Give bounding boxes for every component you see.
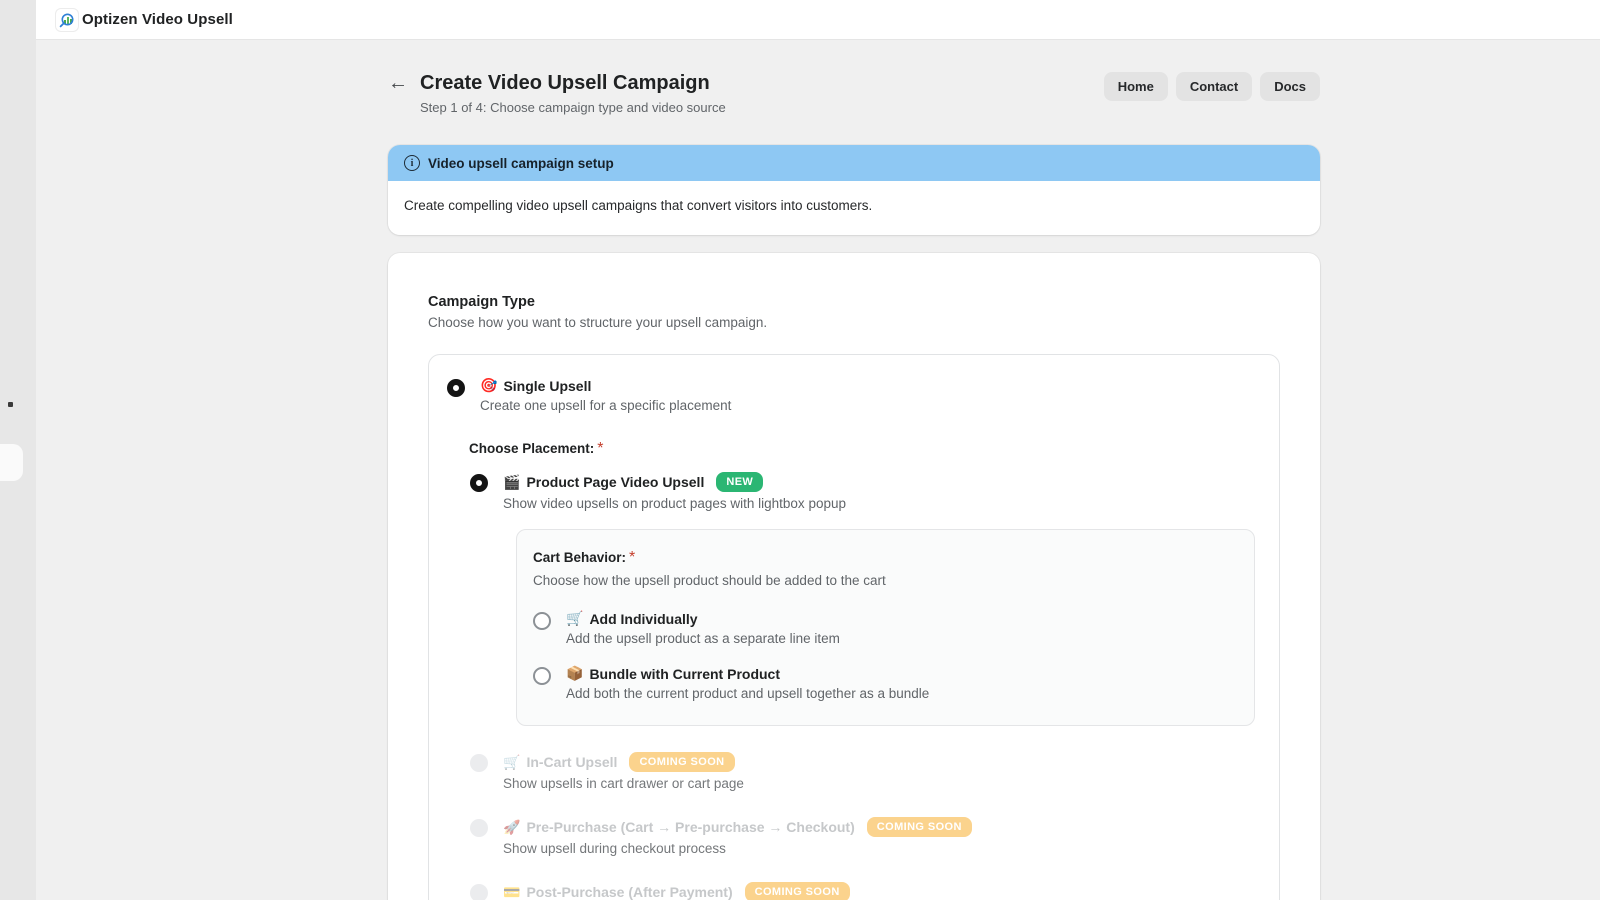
main-column: Optizen Video Upsell ← Create Video Upse…	[36, 0, 1600, 900]
app-logo-icon	[56, 9, 78, 31]
in-cart-description: Show upsells in cart drawer or cart page	[503, 776, 744, 791]
single-upsell-radio[interactable]	[447, 379, 465, 397]
coming-soon-badge: COMING SOON	[629, 752, 734, 772]
gutter-dot	[8, 402, 13, 407]
choose-placement-label: Choose Placement:*	[469, 440, 1255, 458]
single-upsell-label: Single Upsell	[503, 378, 591, 394]
bundle-radio[interactable]	[533, 667, 551, 685]
header-nav: Home Contact Docs	[1104, 70, 1320, 101]
add-individually-radio[interactable]	[533, 612, 551, 630]
cart-behavior-subtitle: Choose how the upsell product should be …	[533, 573, 1238, 588]
page-title: Create Video Upsell Campaign	[420, 70, 726, 96]
required-asterisk: *	[629, 549, 635, 566]
info-banner-body: Create compelling video upsell campaigns…	[388, 181, 1320, 235]
cart-icon: 🛒	[503, 754, 520, 771]
add-individually-option[interactable]: 🛒 Add Individually Add the upsell produc…	[533, 610, 1238, 646]
product-page-label: Product Page Video Upsell	[526, 474, 704, 490]
contact-button[interactable]: Contact	[1176, 72, 1252, 101]
page-subtitle: Step 1 of 4: Choose campaign type and vi…	[420, 100, 726, 115]
product-page-radio[interactable]	[470, 474, 488, 492]
in-cart-label: In-Cart Upsell	[526, 754, 617, 770]
cart-behavior-label: Cart Behavior:*	[533, 549, 1238, 567]
page-content: ← Create Video Upsell Campaign Step 1 of…	[388, 40, 1320, 900]
back-arrow-icon[interactable]: ←	[388, 70, 408, 96]
pre-purchase-label: Pre-Purchase (Cart → Pre-purchase → Chec…	[526, 819, 854, 835]
collapsed-sidebar-tab[interactable]	[0, 444, 23, 481]
add-individually-description: Add the upsell product as a separate lin…	[566, 631, 840, 646]
pre-purchase-description: Show upsell during checkout process	[503, 841, 972, 856]
info-banner-header: i Video upsell campaign setup	[388, 145, 1320, 181]
single-upsell-description: Create one upsell for a specific placeme…	[480, 398, 731, 413]
rocket-icon: 🚀	[503, 819, 520, 836]
cart-behavior-box: Cart Behavior:* Choose how the upsell pr…	[516, 529, 1255, 726]
section-title: Campaign Type	[428, 294, 1280, 310]
coming-soon-badge: COMING SOON	[745, 882, 850, 900]
pre-purchase-radio	[470, 819, 488, 837]
left-gutter	[0, 0, 36, 900]
placement-pre-purchase-option: 🚀 Pre-Purchase (Cart → Pre-purchase → Ch…	[470, 817, 1255, 856]
page-header: ← Create Video Upsell Campaign Step 1 of…	[388, 40, 1320, 115]
in-cart-radio	[470, 754, 488, 772]
app-title: Optizen Video Upsell	[82, 11, 233, 28]
clapper-board-icon: 🎬	[503, 474, 520, 491]
credit-card-icon: 💳	[503, 884, 520, 900]
placement-post-purchase-option: 💳 Post-Purchase (After Payment) COMING S…	[470, 882, 1255, 900]
cart-icon: 🛒	[566, 610, 583, 627]
post-purchase-label: Post-Purchase (After Payment)	[526, 884, 732, 900]
single-upsell-option[interactable]: 🎯 Single Upsell Create one upsell for a …	[447, 377, 1255, 413]
app-top-bar: Optizen Video Upsell	[36, 0, 1600, 40]
post-purchase-radio	[470, 884, 488, 900]
required-asterisk: *	[597, 440, 603, 457]
product-page-description: Show video upsells on product pages with…	[503, 496, 846, 511]
info-icon: i	[404, 155, 420, 171]
info-banner: i Video upsell campaign setup Create com…	[388, 145, 1320, 235]
coming-soon-badge: COMING SOON	[867, 817, 972, 837]
home-button[interactable]: Home	[1104, 72, 1168, 101]
section-subtitle: Choose how you want to structure your up…	[428, 315, 1280, 330]
docs-button[interactable]: Docs	[1260, 72, 1320, 101]
info-banner-title: Video upsell campaign setup	[428, 156, 614, 171]
campaign-options-card: 🎯 Single Upsell Create one upsell for a …	[428, 354, 1280, 900]
placement-product-page-option[interactable]: 🎬 Product Page Video Upsell NEW Show vid…	[470, 472, 1255, 511]
placement-in-cart-option: 🛒 In-Cart Upsell COMING SOON Show upsell…	[470, 752, 1255, 791]
bundle-description: Add both the current product and upsell …	[566, 686, 929, 701]
campaign-type-card: Campaign Type Choose how you want to str…	[388, 253, 1320, 900]
new-badge: NEW	[716, 472, 763, 492]
bundle-label: Bundle with Current Product	[589, 666, 780, 682]
package-icon: 📦	[566, 665, 583, 682]
target-icon: 🎯	[480, 377, 497, 394]
bundle-option[interactable]: 📦 Bundle with Current Product Add both t…	[533, 665, 1238, 701]
add-individually-label: Add Individually	[589, 611, 697, 627]
